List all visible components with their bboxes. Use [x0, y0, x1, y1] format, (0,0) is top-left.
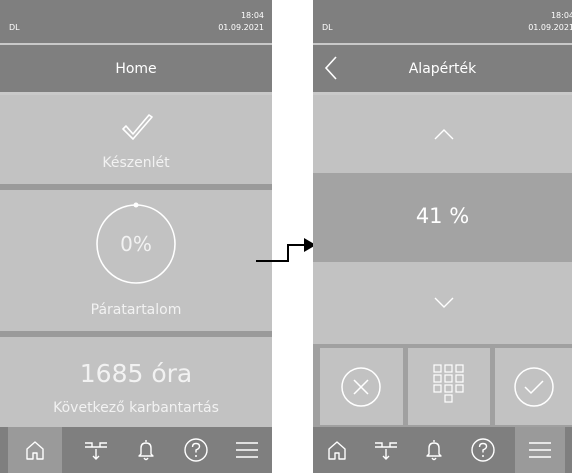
nav-help[interactable]	[466, 433, 500, 467]
home-icon	[328, 441, 346, 460]
increase-button[interactable]	[313, 95, 572, 173]
page-title: Alapérték	[408, 60, 477, 77]
setpoint-value: 41 %	[415, 204, 470, 228]
status-dl: DL	[9, 23, 20, 32]
bottom-nav	[0, 427, 272, 473]
nav-bell[interactable]	[129, 433, 163, 467]
drain-icon	[374, 442, 397, 460]
status-date: 01.09.2021	[528, 23, 572, 32]
humidity-value: 0%	[120, 232, 152, 256]
home-screen: DL 18:04 01.09.2021 Home Készenlét 0% Pá…	[0, 0, 272, 473]
title-bar: Home	[0, 45, 272, 92]
maintenance-panel[interactable]: 1685 óra Következő karbantartás	[0, 337, 272, 427]
cancel-icon	[341, 367, 381, 407]
nav-drain[interactable]	[79, 433, 113, 467]
nav-menu[interactable]	[230, 433, 264, 467]
status-panel[interactable]: Készenlét	[0, 95, 272, 184]
title-bar: Alapérték	[313, 45, 572, 92]
transition-arrow-icon	[256, 238, 316, 262]
status-label: Készenlét	[102, 155, 170, 171]
status-bar: DL 18:04 01.09.2021	[0, 0, 272, 43]
maintenance-label: Következő karbantartás	[53, 400, 219, 416]
status-date: 01.09.2021	[218, 23, 264, 32]
drain-icon	[84, 442, 107, 460]
status-time: 18:04	[240, 11, 264, 20]
back-icon[interactable]	[321, 55, 343, 81]
cancel-button[interactable]	[320, 348, 403, 425]
humidity-panel[interactable]: 0% Páratartalom	[0, 190, 272, 331]
nav-bell[interactable]	[417, 433, 451, 467]
help-icon	[471, 438, 495, 462]
maintenance-value: 1685 óra	[79, 359, 193, 388]
home-icon	[26, 441, 44, 460]
chevron-down-icon	[434, 297, 454, 308]
menu-icon	[528, 442, 551, 458]
status-time: 18:04	[550, 11, 572, 20]
nav-drain[interactable]	[369, 433, 403, 467]
bell-icon	[138, 440, 154, 461]
nav-help[interactable]	[179, 433, 213, 467]
nav-home[interactable]	[8, 427, 63, 473]
nav-home[interactable]	[320, 433, 354, 467]
help-icon	[184, 438, 209, 462]
decrease-button[interactable]	[313, 262, 572, 344]
humidity-label: Páratartalom	[90, 302, 182, 318]
chevron-up-icon	[434, 129, 454, 140]
value-display: 41 %	[313, 173, 572, 262]
bell-icon	[426, 440, 443, 461]
status-bar: DL 18:04 01.09.2021	[313, 0, 572, 43]
nav-menu[interactable]	[514, 427, 565, 473]
keypad-button[interactable]	[408, 348, 490, 425]
setpoint-screen: DL 18:04 01.09.2021 Alapérték 41 %	[313, 0, 572, 473]
status-dl: DL	[322, 23, 333, 32]
bottom-nav	[313, 427, 572, 473]
confirm-button[interactable]	[495, 348, 572, 425]
checkmark-icon	[122, 114, 153, 140]
menu-icon	[235, 442, 258, 458]
page-title: Home	[115, 60, 157, 77]
confirm-icon	[514, 367, 554, 407]
keypad-icon	[433, 364, 464, 403]
